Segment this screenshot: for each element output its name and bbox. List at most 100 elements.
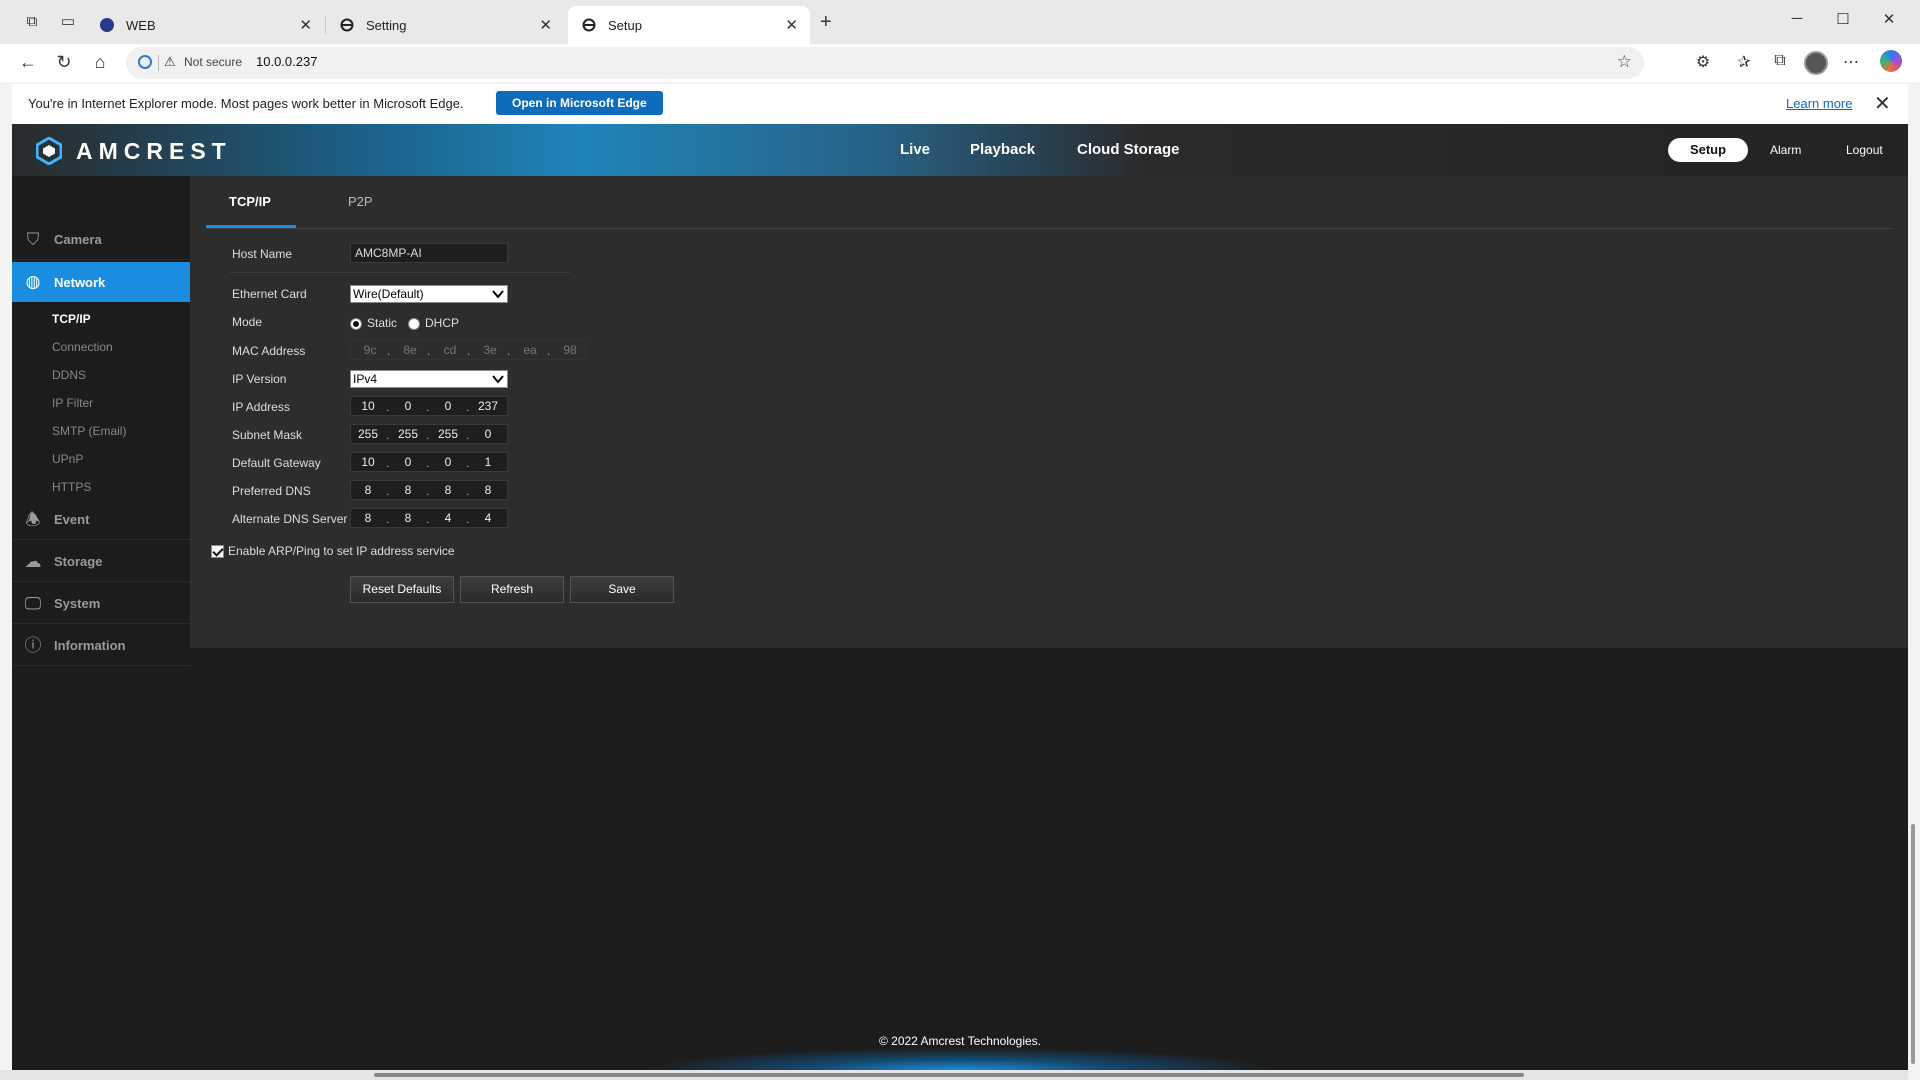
- sidebar-information[interactable]: ⓘ Information: [12, 626, 190, 666]
- close-window-icon[interactable]: ✕: [1879, 10, 1899, 28]
- ip-version-select[interactable]: IPv4: [350, 370, 508, 388]
- favorites-icon[interactable]: ✰: [1733, 52, 1755, 72]
- ip-octet-input[interactable]: 8: [393, 483, 423, 497]
- sidebar-event[interactable]: 🕭 Event: [12, 500, 190, 540]
- tab-setup[interactable]: Setup ✕: [568, 6, 810, 44]
- enable-arp-ping-label: Enable ARP/Ping to set IP address servic…: [228, 544, 455, 558]
- close-infobar-icon[interactable]: ✕: [1874, 91, 1891, 116]
- alternate-dns-field[interactable]: 8 . 8 . 4 . 4: [350, 508, 508, 528]
- ip-octet-input[interactable]: 255: [433, 427, 463, 441]
- mac-address-label: MAC Address: [232, 344, 306, 358]
- setup-button[interactable]: Setup: [1668, 138, 1748, 162]
- sidebar-storage[interactable]: ☁ Storage: [12, 542, 190, 582]
- refresh-button[interactable]: Refresh: [460, 576, 564, 603]
- sidebar-item-ddns[interactable]: DDNS: [52, 368, 86, 382]
- sidebar-item-smtp[interactable]: SMTP (Email): [52, 424, 126, 438]
- url-text[interactable]: 10.0.0.237: [256, 54, 317, 69]
- extensions-icon[interactable]: ⚙: [1692, 52, 1714, 72]
- mode-static-label: Static: [367, 316, 398, 330]
- ip-octet-input[interactable]: 237: [473, 399, 503, 413]
- sidebar-network[interactable]: ◍ Network: [12, 262, 198, 302]
- ip-octet-input[interactable]: 0: [393, 399, 423, 413]
- subnet-mask-field[interactable]: 255 . 255 . 255 . 0: [350, 424, 508, 444]
- scrollbar-thumb[interactable]: [374, 1073, 1524, 1077]
- mac-octet: 9c: [363, 343, 377, 357]
- alarm-link[interactable]: Alarm: [1770, 143, 1801, 157]
- ip-octet-input[interactable]: 0: [433, 399, 463, 413]
- tab-web[interactable]: WEB ✕: [86, 6, 324, 44]
- ip-octet-input[interactable]: 8: [353, 511, 383, 525]
- open-in-edge-button[interactable]: Open in Microsoft Edge: [496, 91, 663, 115]
- ip-octet-input[interactable]: 255: [393, 427, 423, 441]
- mode-static-radio[interactable]: [350, 318, 362, 330]
- ie-mode-icon[interactable]: [138, 55, 152, 69]
- close-tab-icon[interactable]: ✕: [539, 16, 552, 34]
- host-name-input[interactable]: AMC8MP-AI: [350, 243, 508, 263]
- sidebar-item-https[interactable]: HTTPS: [52, 480, 91, 494]
- chevron-down-icon: [492, 290, 504, 299]
- copilot-icon[interactable]: [1880, 50, 1902, 72]
- maximize-icon[interactable]: ☐: [1833, 10, 1853, 28]
- ip-octet-input[interactable]: 255: [353, 427, 383, 441]
- ip-octet-input[interactable]: 8: [473, 483, 503, 497]
- reload-icon[interactable]: ↻: [52, 52, 76, 73]
- tab-tcpip[interactable]: TCP/IP: [229, 194, 271, 209]
- ip-octet-input[interactable]: 8: [433, 483, 463, 497]
- tab-p2p[interactable]: P2P: [348, 194, 373, 209]
- ip-octet-input[interactable]: 0: [393, 455, 423, 469]
- profile-avatar[interactable]: [1804, 51, 1828, 75]
- ip-octet-input[interactable]: 4: [473, 511, 503, 525]
- ethernet-card-select[interactable]: Wire(Default): [350, 285, 508, 303]
- preferred-dns-field[interactable]: 8 . 8 . 8 . 8: [350, 480, 508, 500]
- ip-octet-input[interactable]: 10: [353, 399, 383, 413]
- nav-cloud-storage[interactable]: Cloud Storage: [1077, 141, 1180, 158]
- default-gateway-field[interactable]: 10 . 0 . 0 . 1: [350, 452, 508, 472]
- ip-octet-input[interactable]: 10: [353, 455, 383, 469]
- tab-actions-icon[interactable]: ▭: [58, 12, 78, 32]
- horizontal-scrollbar[interactable]: [0, 1070, 1908, 1080]
- mode-dhcp-radio[interactable]: [408, 318, 420, 330]
- address-bar[interactable]: ⚠ Not secure 10.0.0.237 ☆: [126, 47, 1644, 79]
- collections-icon[interactable]: ⧉: [1769, 52, 1791, 70]
- scrollbar-thumb[interactable]: [1911, 824, 1915, 1064]
- more-icon[interactable]: ⋯: [1840, 52, 1862, 72]
- ie-mode-infobar: You're in Internet Explorer mode. Most p…: [12, 84, 1908, 125]
- enable-arp-ping-checkbox[interactable]: [211, 545, 224, 558]
- new-tab-icon[interactable]: +: [820, 11, 832, 34]
- close-tab-icon[interactable]: ✕: [299, 16, 312, 34]
- ip-octet-input[interactable]: 8: [353, 483, 383, 497]
- sidebar-label: System: [54, 596, 101, 611]
- sidebar-item-tcpip[interactable]: TCP/IP: [52, 312, 91, 326]
- sidebar-item-upnp[interactable]: UPnP: [52, 452, 83, 466]
- sidebar-system[interactable]: 🖵 System: [12, 584, 190, 624]
- ip-octet-input[interactable]: 4: [433, 511, 463, 525]
- default-gateway-label: Default Gateway: [232, 456, 321, 470]
- ie-mode-message: You're in Internet Explorer mode. Most p…: [28, 96, 464, 111]
- minimize-icon[interactable]: ─: [1787, 10, 1807, 27]
- save-button[interactable]: Save: [570, 576, 674, 603]
- close-tab-icon[interactable]: ✕: [785, 16, 798, 34]
- separator-dot: .: [426, 428, 430, 442]
- ip-octet-input[interactable]: 1: [473, 455, 503, 469]
- nav-playback[interactable]: Playback: [970, 141, 1035, 158]
- favorite-star-icon[interactable]: ☆: [1617, 52, 1632, 72]
- workspaces-icon[interactable]: ⧉: [22, 12, 42, 32]
- ip-octet-input[interactable]: 0: [473, 427, 503, 441]
- sidebar-camera[interactable]: ⛉ Camera: [12, 220, 190, 260]
- nav-live[interactable]: Live: [900, 141, 930, 158]
- reset-defaults-button[interactable]: Reset Defaults: [350, 576, 454, 603]
- mac-octet: 8e: [403, 343, 417, 357]
- sidebar-item-connection[interactable]: Connection: [52, 340, 113, 354]
- tab-setting[interactable]: Setting ✕: [326, 6, 564, 44]
- back-icon[interactable]: ←: [16, 52, 40, 73]
- ip-address-field[interactable]: 10 . 0 . 0 . 237: [350, 396, 508, 416]
- ip-octet-input[interactable]: 8: [393, 511, 423, 525]
- ip-octet-input[interactable]: 0: [433, 455, 463, 469]
- logout-link[interactable]: Logout: [1846, 143, 1883, 157]
- home-icon[interactable]: ⌂: [88, 52, 112, 73]
- security-label[interactable]: Not secure: [184, 55, 242, 69]
- sidebar-item-ip-filter[interactable]: IP Filter: [52, 396, 93, 410]
- vertical-scrollbar[interactable]: [1908, 84, 1920, 1080]
- learn-more-link[interactable]: Learn more: [1786, 96, 1852, 111]
- ip-version-label: IP Version: [232, 372, 287, 386]
